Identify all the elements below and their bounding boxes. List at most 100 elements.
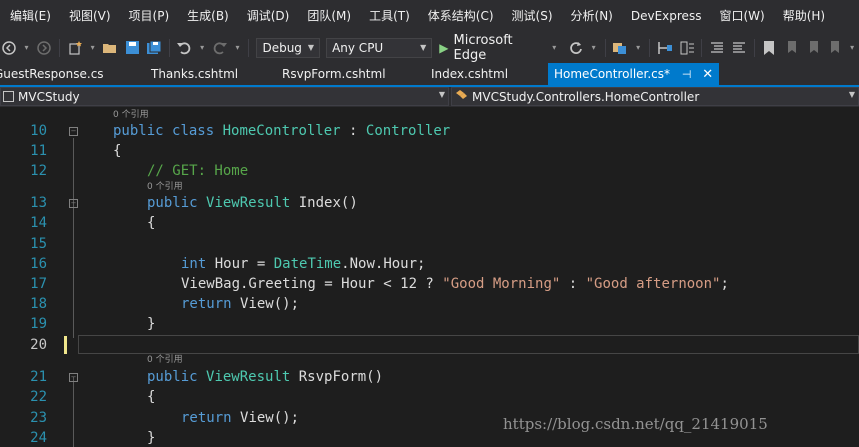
- menu-analyze[interactable]: 分析(N): [562, 0, 622, 32]
- code-token: return: [181, 410, 241, 426]
- code-text: {: [113, 141, 121, 161]
- code-text: public class HomeController : Controller: [113, 121, 450, 141]
- project-icon: [3, 91, 14, 102]
- menu-edit[interactable]: 编辑(E): [0, 0, 60, 32]
- menu-debug[interactable]: 调试(D): [238, 0, 299, 32]
- line-number: 17: [30, 276, 47, 292]
- code-token: }: [147, 316, 156, 332]
- next-bookmark-icon[interactable]: [804, 39, 822, 57]
- run-button[interactable]: ▶ Microsoft Edge ▾: [439, 33, 561, 63]
- menu-window[interactable]: 窗口(W): [710, 0, 773, 32]
- menu-team[interactable]: 团队(M): [298, 0, 360, 32]
- codelens-references[interactable]: 0 个引用: [113, 109, 149, 121]
- redo-icon[interactable]: [211, 39, 229, 57]
- codelens-references[interactable]: 0 个引用: [147, 181, 183, 193]
- open-icon[interactable]: [102, 39, 120, 57]
- line-number: 15: [30, 236, 47, 252]
- undo-icon[interactable]: [176, 39, 194, 57]
- tab-label: Index.cshtml: [431, 67, 509, 81]
- chevron-down-icon[interactable]: ▾: [589, 39, 599, 57]
- code-text: return View();: [181, 408, 299, 428]
- browser-link-icon[interactable]: [612, 39, 630, 57]
- step-icon[interactable]: [656, 39, 674, 57]
- chevron-down-icon: ▼: [438, 90, 445, 99]
- code-token: }: [147, 430, 156, 446]
- code-token: int: [181, 256, 207, 272]
- line-number: 16: [30, 256, 47, 272]
- chevron-down-icon[interactable]: ▾: [233, 39, 243, 57]
- type-name: MVCStudy.Controllers.HomeController: [472, 89, 700, 104]
- project-dropdown[interactable]: MVCStudy ▼: [0, 87, 449, 106]
- tab-thanks[interactable]: Thanks.cshtml: [151, 63, 238, 85]
- line-number: 11: [30, 143, 47, 159]
- chevron-down-icon[interactable]: ▾: [22, 39, 32, 57]
- tab-homecontroller[interactable]: HomeController.cs* ⊣ ✕: [548, 63, 720, 85]
- pin-icon[interactable]: ⊣: [682, 68, 692, 81]
- chevron-down-icon[interactable]: ▾: [549, 39, 559, 57]
- watermark: https://blog.csdn.net/qq_21419015: [503, 415, 768, 433]
- new-project-icon[interactable]: [66, 39, 84, 57]
- menu-view[interactable]: 视图(V): [60, 0, 120, 32]
- type-dropdown[interactable]: MVCStudy.Controllers.HomeController ▼: [451, 87, 859, 106]
- chevron-down-icon[interactable]: ▾: [88, 39, 98, 57]
- code-token: HomeController: [222, 123, 341, 139]
- code-text: public ViewResult RsvpForm(): [147, 367, 383, 387]
- code-editor[interactable]: 0 个引用 0 个引用 0 个引用 − − − 10 public class …: [0, 107, 859, 447]
- chevron-down-icon[interactable]: ▾: [197, 39, 207, 57]
- menu-build[interactable]: 生成(B): [178, 0, 238, 32]
- save-all-icon[interactable]: [145, 39, 163, 57]
- line-number: 24: [30, 430, 47, 446]
- configuration-value: Debug: [262, 40, 302, 55]
- standard-toolbar: ▾ ▾ ▾ ▾ Debug ▼ Any CPU ▼ ▶ Microsoft Ed…: [0, 32, 859, 63]
- chevron-down-icon[interactable]: ▾: [847, 39, 857, 57]
- menu-tools[interactable]: 工具(T): [360, 0, 419, 32]
- chevron-down-icon: ▼: [307, 43, 315, 52]
- code-token: public: [113, 123, 173, 139]
- menu-devexpress[interactable]: DevExpress: [622, 0, 711, 32]
- code-line: 14 {: [0, 213, 859, 233]
- code-line: 19 }: [0, 314, 859, 334]
- code-token: return: [181, 296, 241, 312]
- uncomment-icon[interactable]: [730, 39, 748, 57]
- tab-guestresponse[interactable]: GuestResponse.cs: [0, 63, 104, 85]
- chevron-down-icon: ▼: [420, 43, 427, 52]
- comment-icon[interactable]: [708, 39, 726, 57]
- forward-icon[interactable]: [35, 39, 53, 57]
- refresh-icon[interactable]: [567, 39, 585, 57]
- tab-index[interactable]: Index.cshtml: [431, 63, 508, 85]
- code-token: :: [340, 123, 366, 139]
- back-icon[interactable]: [0, 39, 18, 57]
- code-text: {: [147, 213, 155, 233]
- tab-label: Thanks.cshtml: [151, 67, 239, 81]
- code-line: 20: [0, 335, 859, 355]
- code-token: Index(): [290, 195, 358, 211]
- clear-bookmarks-icon[interactable]: [826, 39, 844, 57]
- menu-project[interactable]: 项目(P): [120, 0, 179, 32]
- close-icon[interactable]: ✕: [702, 67, 713, 82]
- platform-value: Any CPU: [332, 40, 384, 55]
- menu-architecture[interactable]: 体系结构(C): [419, 0, 503, 32]
- line-number: 21: [30, 369, 47, 385]
- prev-bookmark-icon[interactable]: [782, 39, 800, 57]
- menu-test[interactable]: 测试(S): [503, 0, 562, 32]
- chevron-down-icon[interactable]: ▾: [633, 39, 643, 57]
- code-token: "Good afternoon": [585, 276, 721, 292]
- menu-help[interactable]: 帮助(H): [774, 0, 834, 32]
- configuration-dropdown[interactable]: Debug ▼: [256, 37, 321, 58]
- code-text: }: [147, 428, 155, 447]
- play-icon: ▶: [439, 40, 449, 55]
- code-line: 15: [0, 234, 859, 254]
- codelens-references[interactable]: 0 个引用: [147, 354, 183, 366]
- tab-rsvpform[interactable]: RsvpForm.cshtml: [282, 63, 386, 85]
- code-token: public: [147, 369, 207, 385]
- line-number: 13: [30, 195, 47, 211]
- class-icon: [455, 89, 468, 104]
- code-line: 18 return View();: [0, 294, 859, 314]
- code-token: ViewBag.Greeting = Hour < 12 ?: [181, 276, 443, 292]
- list-icon[interactable]: [678, 39, 696, 57]
- navigation-bar: MVCStudy ▼ MVCStudy.Controllers.HomeCont…: [0, 87, 859, 107]
- save-icon[interactable]: [123, 39, 141, 57]
- platform-dropdown[interactable]: Any CPU ▼: [326, 37, 433, 58]
- code-token: {: [147, 389, 156, 405]
- bookmark-icon[interactable]: [761, 39, 779, 57]
